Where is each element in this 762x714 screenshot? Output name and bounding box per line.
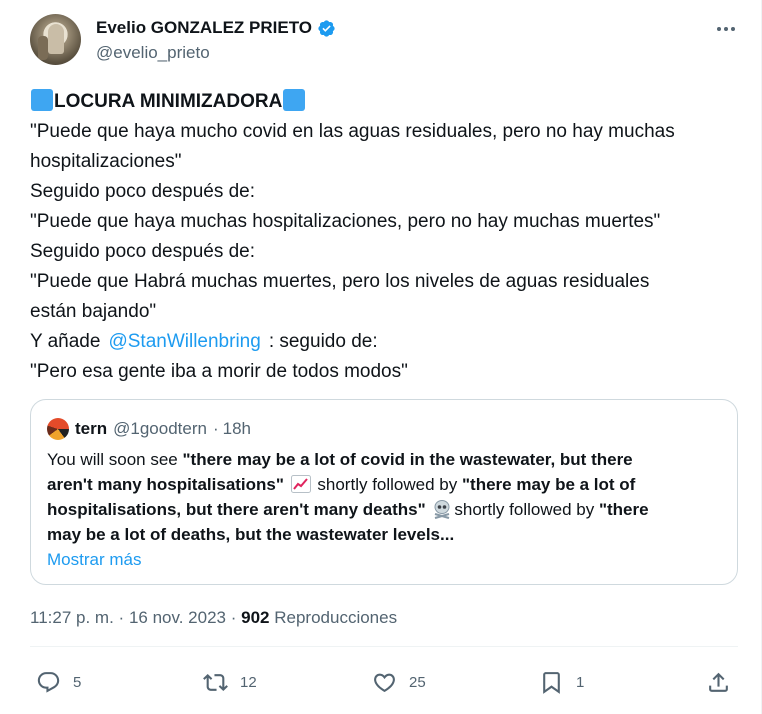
author-name-row[interactable]: Evelio GONZALEZ PRIETO <box>96 18 336 38</box>
author-name[interactable]: Evelio GONZALEZ PRIETO <box>96 18 312 38</box>
tweet-container: Evelio GONZALEZ PRIETO @evelio_prieto LO… <box>0 0 762 714</box>
meta-separator: · <box>118 608 125 627</box>
quoted-text-span: shortly followed by <box>312 475 462 494</box>
meta-separator: · <box>230 608 237 627</box>
tweet-headline-line: LOCURA MINIMIZADORA <box>30 87 740 117</box>
views-label: Reproducciones <box>274 608 398 627</box>
quoted-text-bold: may be a lot of deaths, but the wastewat… <box>47 525 455 544</box>
tweet-line: Seguido poco después de: <box>30 241 256 262</box>
quoted-tweet-text: You will soon see "there may be a lot of… <box>47 447 727 572</box>
repost-count: 12 <box>240 673 257 691</box>
quoted-text-bold: "there <box>598 500 649 519</box>
quoted-author-handle[interactable]: @1goodtern <box>113 419 207 439</box>
share-icon <box>709 672 728 692</box>
quoted-line: aren't many hospitalisations" shortly fo… <box>47 472 727 497</box>
quoted-author-name[interactable]: tern <box>75 419 107 439</box>
show-more-link[interactable]: Mostrar más <box>47 547 727 572</box>
quoted-line: may be a lot of deaths, but the wastewat… <box>47 522 727 547</box>
quoted-tweet-header: tern @1goodtern · 18h <box>47 418 251 440</box>
quoted-line: hospitalisations, but there aren't many … <box>47 497 727 522</box>
bookmark-count: 1 <box>576 673 585 691</box>
quoted-text-bold: "there may be a lot of <box>461 475 636 494</box>
tweet-text: LOCURA MINIMIZADORA "Puede que haya much… <box>30 87 740 387</box>
quoted-line: You will soon see "there may be a lot of… <box>47 447 727 472</box>
tweet-headline: LOCURA MINIMIZADORA <box>54 91 283 112</box>
more-options-icon[interactable] <box>714 19 738 39</box>
tweet-line: "Puede que Habrá muchas muertes, pero lo… <box>30 271 650 292</box>
tweet-line: "Puede que haya mucho covid en las aguas… <box>30 121 675 142</box>
mention-line: Y añade @StanWillenbring : seguido de: <box>30 327 740 357</box>
reply-icon <box>37 671 60 693</box>
quoted-text-bold: aren't many hospitalisations" <box>47 475 284 494</box>
quoted-author-avatar[interactable] <box>47 418 69 440</box>
tweet-line: están bajando" <box>30 301 157 322</box>
mention-prefix: Y añade <box>30 331 101 352</box>
tweet-line: "Pero esa gente iba a morir de todos mod… <box>30 361 408 382</box>
quoted-text-span: shortly followed by <box>454 500 599 519</box>
mention-link[interactable]: @StanWillenbring <box>108 331 260 352</box>
repost-icon <box>203 673 228 691</box>
bookmark-button[interactable]: 1 <box>539 668 584 696</box>
blue-square-emoji-icon <box>283 89 306 111</box>
tweet-time[interactable]: 11:27 p. m. <box>30 608 114 627</box>
quoted-text-bold: "there may be a lot of covid in the wast… <box>182 450 633 469</box>
heart-icon <box>374 673 395 692</box>
quoted-text-bold: hospitalisations, but there aren't many … <box>47 500 426 519</box>
share-button[interactable] <box>706 668 731 696</box>
quoted-time[interactable]: 18h <box>223 419 251 439</box>
divider <box>30 646 738 647</box>
verified-badge-icon <box>318 19 335 37</box>
reply-button[interactable]: 5 <box>36 668 81 696</box>
tweet-line: Seguido poco después de: <box>30 181 256 202</box>
quoted-tweet[interactable]: tern @1goodtern · 18h You will soon see … <box>30 399 738 585</box>
chart-increasing-emoji-icon <box>290 475 311 493</box>
skull-crossbones-emoji-icon <box>434 500 450 519</box>
tweet-line: hospitalizaciones" <box>30 151 182 172</box>
tweet-line: "Puede que haya muchas hospitalizaciones… <box>30 211 661 232</box>
repost-button[interactable]: 12 <box>203 668 257 696</box>
blue-square-emoji-icon <box>31 89 53 111</box>
author-handle[interactable]: @evelio_prieto <box>96 43 210 63</box>
mention-suffix: : seguido de: <box>268 331 378 352</box>
reply-count: 5 <box>73 673 82 691</box>
quoted-text-span: You will soon see <box>47 450 183 469</box>
author-avatar[interactable] <box>30 14 81 65</box>
tweet-meta: 11:27 p. m. · 16 nov. 2023 · 902 Reprodu… <box>30 608 397 628</box>
tweet-date[interactable]: 16 nov. 2023 <box>129 608 226 627</box>
like-button[interactable]: 25 <box>372 668 426 696</box>
bookmark-icon <box>543 671 560 694</box>
quoted-separator: · <box>212 419 219 438</box>
like-count: 25 <box>409 673 426 691</box>
views-count: 902 <box>241 608 270 627</box>
